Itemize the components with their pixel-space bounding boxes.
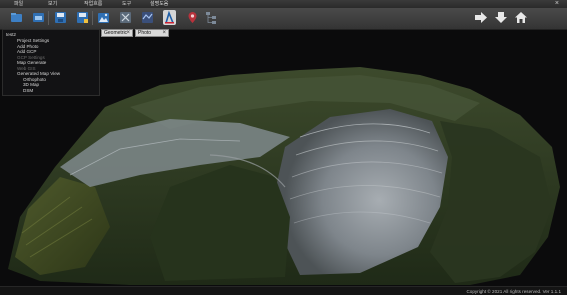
app-window: 파일 보기 작업흐름 도구 설명도움 × Geometric × Photo ×… [0, 0, 567, 295]
project-tree-panel: test2 Project Settings Add Photo Add GCP… [2, 29, 100, 96]
save-icon[interactable] [54, 10, 67, 25]
menu-tools[interactable]: 도구 [122, 0, 131, 8]
toolbar [0, 8, 567, 30]
close-icon[interactable]: × [126, 30, 130, 37]
tree-item-web-gis: Web GIS [17, 65, 36, 71]
tree-item-dsm[interactable]: DSM [23, 88, 33, 93]
tree-item-add-gcp[interactable]: Add GCP [17, 49, 36, 54]
tab-photo[interactable]: Photo × [135, 29, 169, 37]
toolbar-separator [48, 11, 49, 25]
tree-item-project-settings[interactable]: Project Settings [17, 38, 49, 43]
tree-item-map-generate[interactable]: Map Generate [17, 60, 46, 65]
save-as-icon[interactable] [76, 10, 89, 25]
close-icon[interactable]: × [162, 30, 166, 37]
menu-help[interactable]: 설명도움 [150, 0, 168, 8]
map-generate-icon[interactable] [141, 10, 154, 25]
arrow-right-icon[interactable] [474, 11, 488, 24]
tree-root[interactable]: test2 [6, 32, 16, 37]
arrow-down-icon[interactable] [494, 11, 508, 24]
tree-item-generated-map-view[interactable]: Generated Map View [17, 71, 60, 76]
tree-item-3d-map[interactable]: 3D Map [23, 82, 39, 87]
tab-photo-label: Photo [138, 30, 152, 36]
pin-icon[interactable] [186, 10, 199, 25]
tree-item-orthophoto[interactable]: Orthophoto [23, 77, 46, 82]
toolbar-separator [92, 11, 93, 25]
menu-view[interactable]: 보기 [48, 0, 57, 8]
close-icon[interactable]: × [555, 0, 559, 8]
copyright-text: Copyright © 2021 All rights reserved. Ve… [466, 289, 561, 294]
new-folder-icon[interactable] [10, 10, 23, 25]
open-folder-icon[interactable] [32, 10, 45, 25]
tab-geometric-label: Geometric [104, 30, 128, 36]
home-icon[interactable] [514, 11, 528, 24]
gcp-icon[interactable] [119, 10, 132, 25]
tree-item-add-photo[interactable]: Add Photo [17, 44, 38, 49]
menu-file[interactable]: 파일 [14, 0, 23, 8]
tab-geometric[interactable]: Geometric × [101, 29, 133, 37]
status-bar: Copyright © 2021 All rights reserved. Ve… [0, 286, 567, 295]
layer-tree-icon[interactable] [205, 10, 218, 25]
photo-import-icon[interactable] [97, 10, 110, 25]
measure-icon[interactable] [163, 10, 176, 25]
tree-item-gcp-settings: GCP Settings [17, 54, 45, 60]
menu-workflow[interactable]: 작업흐름 [84, 0, 102, 8]
